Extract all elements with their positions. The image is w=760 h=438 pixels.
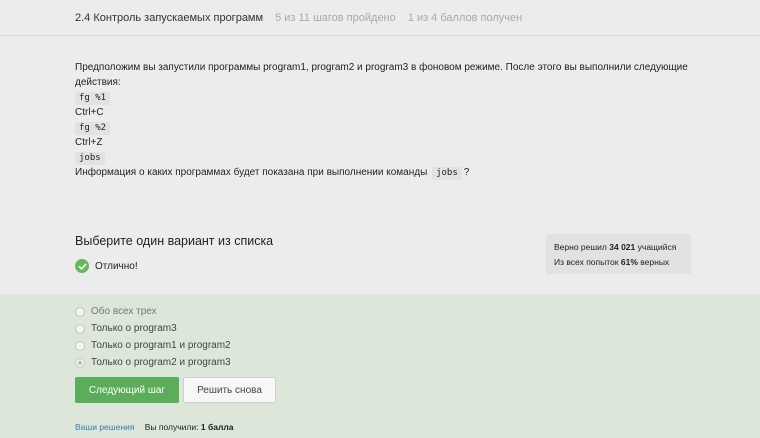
action-ctrl-z: Ctrl+Z <box>75 137 103 148</box>
option-4[interactable]: Только о program2 и program3 <box>75 354 231 371</box>
received-value: 1 балла <box>200 422 234 432</box>
code-jobs: jobs <box>75 152 105 165</box>
option-1-label: Обо всех трех <box>91 306 157 317</box>
lesson-title: 2.4 Контроль запускаемых программ <box>75 11 264 24</box>
stats-solved-suffix: учащийся <box>637 242 677 252</box>
question-code: jobs <box>432 167 462 180</box>
code-fg1: fg %1 <box>75 92 111 105</box>
radio-option-1[interactable] <box>75 306 85 317</box>
task-intro: Предположим вы запустили программы progr… <box>75 62 688 88</box>
result-status: Отлично! <box>75 259 138 273</box>
code-fg2: fg %2 <box>75 122 111 135</box>
option-3[interactable]: Только о program1 и program2 <box>75 337 231 354</box>
check-icon <box>75 259 89 273</box>
retry-button[interactable]: Решить снова <box>183 377 276 403</box>
lesson-header: 2.4 Контроль запускаемых программ 5 из 1… <box>0 0 760 36</box>
result-label: Отлично! <box>95 260 138 272</box>
option-1[interactable]: Обо всех трех <box>75 303 231 320</box>
option-2[interactable]: Только о program3 <box>75 320 231 337</box>
solutions-link[interactable]: Ваши решения <box>75 422 134 432</box>
received-label: Вы получили: <box>144 422 199 432</box>
task-text: Предположим вы запустили программы progr… <box>75 60 695 180</box>
score-progress: 1 из 4 баллов получен <box>407 11 523 24</box>
question-text: Информация о каких программах будет пока… <box>75 167 428 178</box>
option-3-label: Только о program1 и program2 <box>91 340 231 351</box>
choose-label: Выберите один вариант из списка <box>75 234 274 248</box>
radio-option-2[interactable] <box>75 323 85 334</box>
action-ctrl-c: Ctrl+C <box>75 107 104 118</box>
stats-attempts-pct: 61% <box>620 257 638 267</box>
option-4-label: Только о program2 и program3 <box>91 357 231 368</box>
radio-option-4[interactable] <box>75 357 85 368</box>
stats-solved-count: 34 021 <box>609 242 636 252</box>
stats-box: Верно решил 34 021 учащийся Из всех попы… <box>546 234 691 274</box>
options-list: Обо всех трех Только о program3 Только о… <box>75 303 231 371</box>
radio-option-3[interactable] <box>75 340 85 351</box>
next-step-button[interactable]: Следующий шаг <box>75 377 179 403</box>
stats-solved: Верно решил 34 021 учащийся <box>554 240 683 255</box>
stats-attempts-prefix: Из всех попыток <box>554 257 619 267</box>
option-2-label: Только о program3 <box>91 323 177 334</box>
question-mark: ? <box>463 167 470 178</box>
task-question: Информация о каких программах будет пока… <box>75 165 695 180</box>
stats-solved-prefix: Верно решил <box>554 242 607 252</box>
footer: Ваши решения Вы получили: 1 балла <box>75 422 233 432</box>
steps-progress: 5 из 11 шагов пройдено <box>275 11 396 24</box>
stats-attempts: Из всех попыток 61% верных <box>554 255 683 270</box>
stats-attempts-suffix: верных <box>640 257 670 267</box>
